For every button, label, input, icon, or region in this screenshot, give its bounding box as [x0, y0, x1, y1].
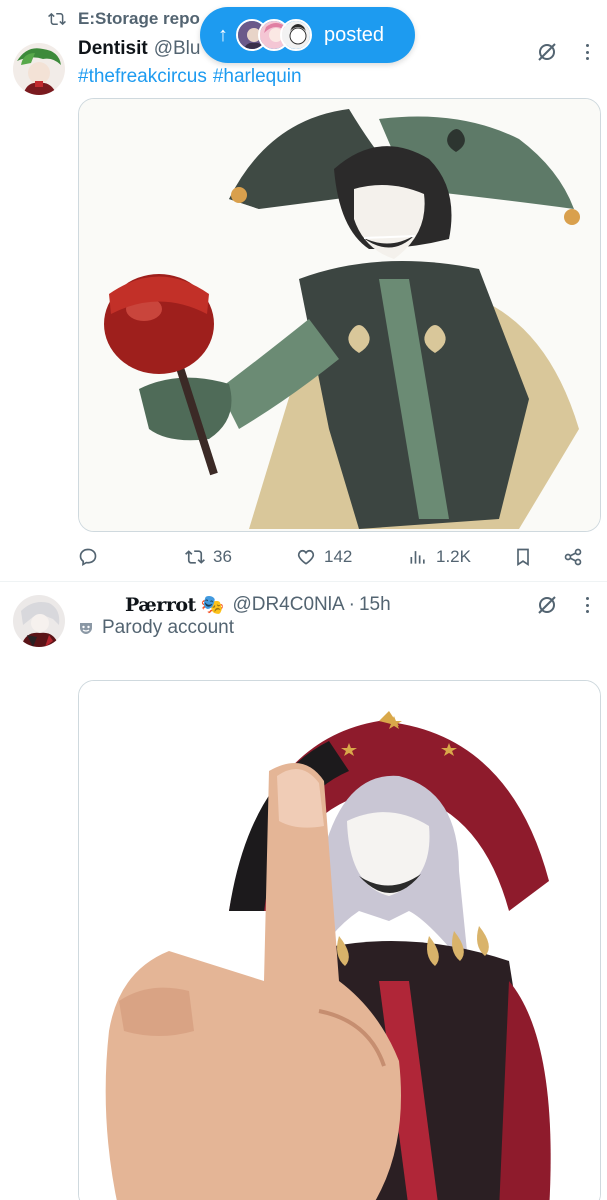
pill-avatar-group — [236, 19, 312, 51]
pill-label: posted — [324, 23, 385, 46]
jester-meme-image — [79, 681, 600, 1200]
post-dentisit[interactable]: E:Storage repo Dentisit @Blu #thefreakci… — [0, 0, 607, 582]
parody-icon — [80, 623, 92, 634]
author-name[interactable]: Pærrot — [125, 594, 196, 616]
like-button[interactable]: 142 — [296, 547, 352, 567]
grok-icon[interactable] — [535, 40, 559, 64]
views-button[interactable]: 1.2K — [408, 547, 471, 567]
mask-emoji: 🎭 — [200, 595, 225, 616]
repost-indicator[interactable]: E:Storage repo — [48, 8, 200, 30]
like-count: 142 — [324, 547, 353, 566]
parody-label: Parody account — [78, 617, 234, 639]
avatar[interactable] — [13, 43, 65, 95]
post-text: #thefreakcircus #harlequin — [78, 66, 308, 88]
post-divider — [0, 581, 607, 582]
more-icon[interactable] — [582, 593, 592, 617]
new-posts-pill[interactable]: ↑ posted — [200, 7, 415, 63]
bookmark-icon — [517, 548, 529, 567]
post-header: Dentisit @Blu — [78, 38, 200, 60]
repost-icon — [48, 12, 66, 26]
avatar[interactable] — [13, 595, 65, 647]
repost-icon — [185, 550, 205, 564]
parody-text: Parody account — [102, 617, 235, 638]
repost-count: 36 — [213, 547, 232, 566]
hashtag-link[interactable]: #harlequin — [213, 66, 302, 87]
author-handle[interactable]: @Blu — [154, 38, 201, 60]
views-icon — [410, 551, 425, 564]
views-count: 1.2K — [436, 547, 471, 566]
action-bar: 36 142 1.2K — [78, 543, 590, 571]
share-icon — [564, 548, 582, 566]
post-parrot[interactable]: Pærrot 🎭 @DR4C0NlA · 15h Parody account — [0, 583, 607, 1200]
repost-banner-text: E:Storage repo — [78, 9, 200, 28]
separator-dot: · — [348, 594, 355, 615]
post-image[interactable] — [78, 98, 601, 532]
share-button[interactable] — [563, 547, 583, 567]
like-icon — [297, 549, 315, 565]
bookmark-button[interactable] — [513, 547, 533, 567]
author-name[interactable]: Dentisit — [78, 38, 148, 60]
post-header: Pærrot 🎭 @DR4C0NlA · 15h — [125, 593, 391, 617]
reply-button[interactable] — [78, 547, 98, 567]
post-image[interactable] — [78, 680, 601, 1200]
reply-icon — [79, 548, 97, 567]
avatar — [280, 19, 312, 51]
more-icon[interactable] — [582, 40, 592, 64]
jester-illustration — [79, 99, 600, 531]
grok-icon[interactable] — [535, 593, 559, 617]
hashtag-link[interactable]: #thefreakcircus — [78, 66, 207, 87]
arrow-up-icon: ↑ — [218, 23, 228, 46]
post-time[interactable]: 15h — [359, 594, 391, 616]
repost-button[interactable]: 36 — [185, 547, 232, 567]
author-handle[interactable]: @DR4C0NlA — [232, 594, 344, 616]
